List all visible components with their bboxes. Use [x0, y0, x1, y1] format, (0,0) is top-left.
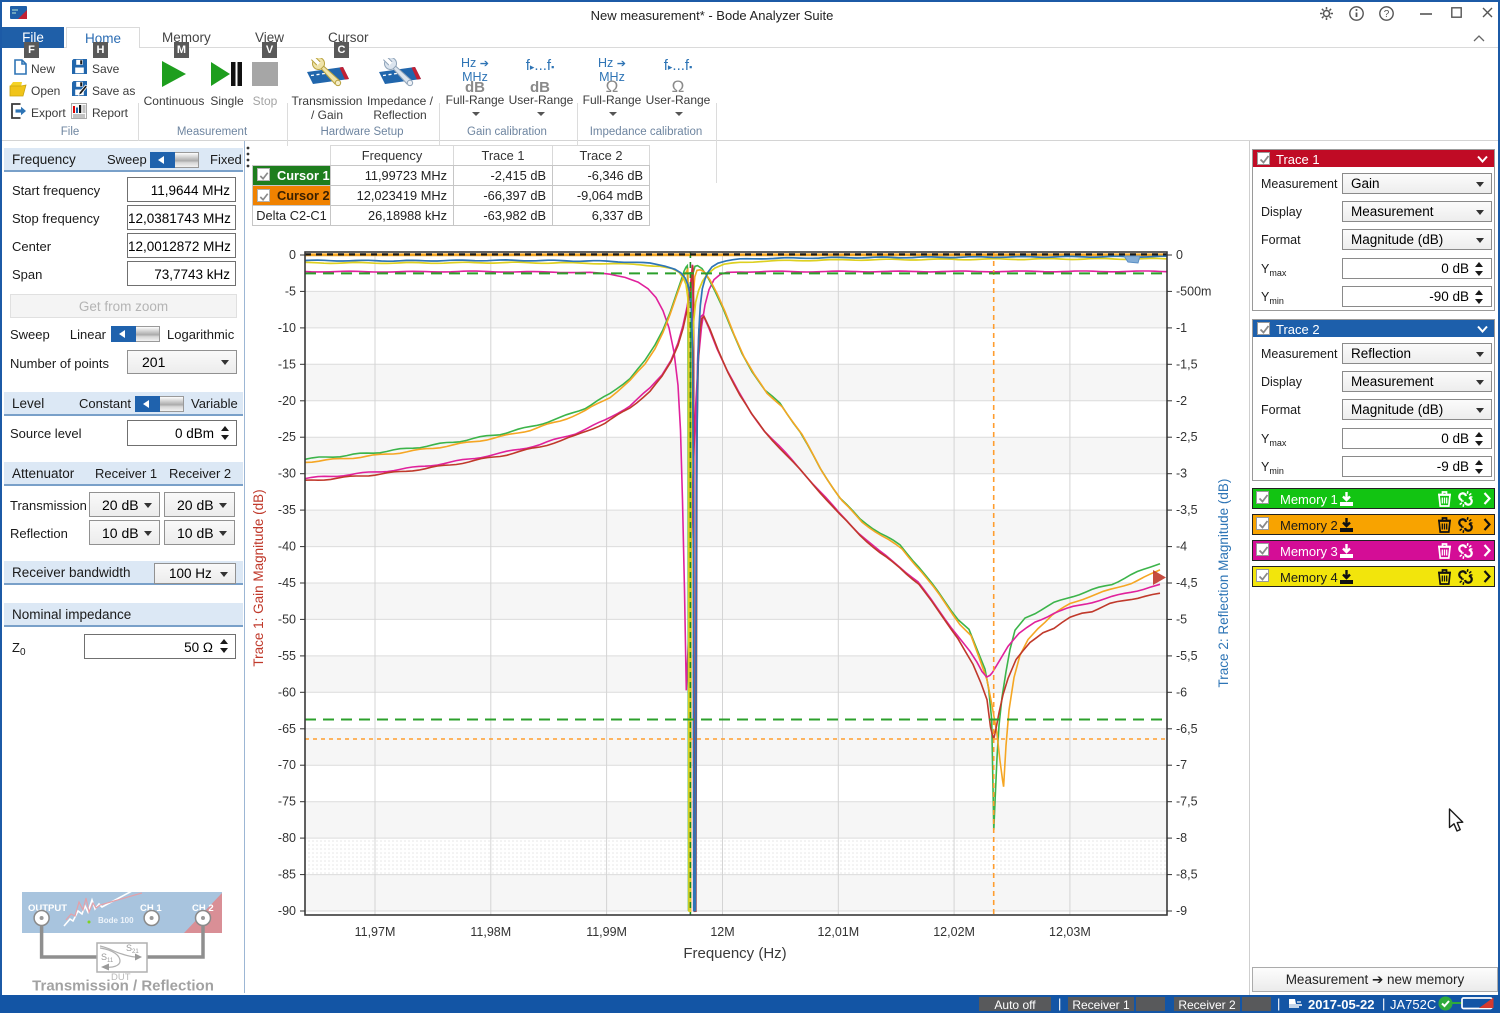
svg-text:0: 0	[289, 248, 296, 262]
svg-text:?: ?	[1384, 9, 1390, 20]
svg-text:-4,5: -4,5	[1176, 576, 1198, 590]
svg-text:-8: -8	[1176, 831, 1187, 845]
svg-text:Frequency (Hz): Frequency (Hz)	[683, 945, 786, 962]
svg-text:-8,5: -8,5	[1176, 868, 1198, 882]
svg-text:-45: -45	[278, 576, 296, 590]
svg-text:-40: -40	[278, 540, 296, 554]
svg-text:Trace 2: Reflection Magnitude: Trace 2: Reflection Magnitude (dB)	[1216, 479, 1231, 688]
svg-text:-500m: -500m	[1176, 284, 1211, 298]
svg-text:-3,5: -3,5	[1176, 503, 1198, 517]
svg-text:-1: -1	[1176, 321, 1187, 335]
svg-text:-75: -75	[278, 795, 296, 809]
svg-text:Transmission / Reflection: Transmission / Reflection	[32, 978, 214, 995]
svg-text:12,02M: 12,02M	[933, 925, 975, 939]
svg-text:12,01M: 12,01M	[817, 925, 859, 939]
svg-text:12,03M: 12,03M	[1049, 925, 1091, 939]
svg-text:11,99M: 11,99M	[586, 925, 627, 939]
svg-text:-65: -65	[278, 722, 296, 736]
svg-text:Trace 1: Gain Magnitude (dB): Trace 1: Gain Magnitude (dB)	[251, 489, 266, 666]
svg-text:-70: -70	[278, 758, 296, 772]
svg-text:-4: -4	[1176, 540, 1187, 554]
svg-text:-15: -15	[278, 357, 296, 371]
svg-text:-10: -10	[278, 321, 296, 335]
svg-text:-90: -90	[278, 904, 296, 918]
svg-text:-5,5: -5,5	[1176, 649, 1198, 663]
svg-text:-5: -5	[1176, 612, 1187, 626]
svg-text:Bode 100: Bode 100	[98, 916, 134, 925]
svg-text:-25: -25	[278, 430, 296, 444]
svg-text:-1,5: -1,5	[1176, 357, 1198, 371]
svg-text:-30: -30	[278, 467, 296, 481]
svg-text:-2: -2	[1176, 394, 1187, 408]
svg-text:-7: -7	[1176, 758, 1187, 772]
svg-text:-3: -3	[1176, 467, 1187, 481]
svg-text:12M: 12M	[710, 925, 734, 939]
svg-text:-80: -80	[278, 831, 296, 845]
svg-text:0: 0	[1176, 248, 1183, 262]
svg-text:11,97M: 11,97M	[355, 925, 396, 939]
svg-text:-6,5: -6,5	[1176, 722, 1198, 736]
svg-text:-20: -20	[278, 394, 296, 408]
svg-text:-50: -50	[278, 612, 296, 626]
svg-text:-6: -6	[1176, 685, 1187, 699]
svg-text:-85: -85	[278, 868, 296, 882]
svg-text:-7,5: -7,5	[1176, 795, 1198, 809]
svg-text:-2,5: -2,5	[1176, 430, 1198, 444]
svg-text:OUTPUT: OUTPUT	[28, 903, 67, 914]
svg-text:-5: -5	[285, 284, 296, 298]
svg-text:-60: -60	[278, 685, 296, 699]
svg-text:11,98M: 11,98M	[470, 925, 511, 939]
svg-text:-9: -9	[1176, 904, 1187, 918]
svg-text:-55: -55	[278, 649, 296, 663]
svg-text:-35: -35	[278, 503, 296, 517]
